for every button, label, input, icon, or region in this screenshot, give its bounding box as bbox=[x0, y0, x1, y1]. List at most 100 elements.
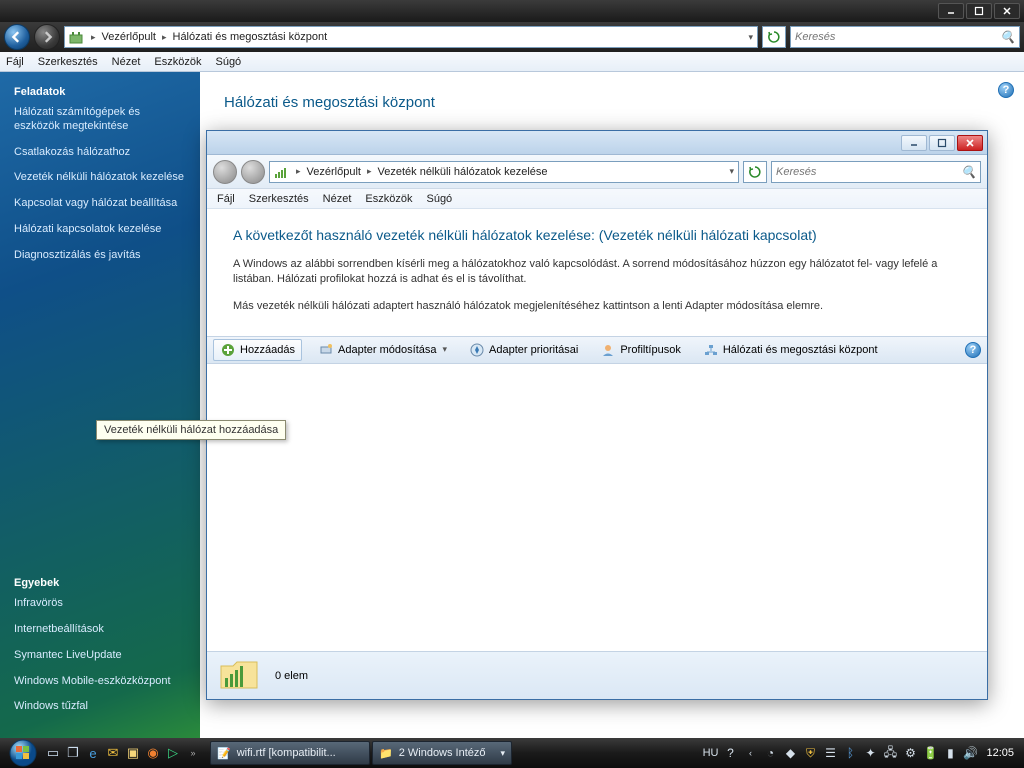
dialog-menu-bar: Fájl Szerkesztés Nézet Eszközök Súgó bbox=[207, 189, 987, 209]
ql-media-icon[interactable]: ◉ bbox=[144, 742, 162, 764]
add-wireless-tooltip: Vezeték nélküli hálózat hozzáadása bbox=[96, 420, 286, 440]
toolbar-center-label: Hálózati és megosztási központ bbox=[723, 344, 878, 356]
explorer-nav-bar: ▸ Vezérlőpult ▸ Hálózati és megosztási k… bbox=[0, 22, 1024, 52]
dialog-toolbar: Hozzáadás Adapter módosítása ▾ Adapter p… bbox=[207, 336, 987, 364]
tray-app-icon[interactable]: ✦ bbox=[862, 745, 878, 761]
breadcrumb-root[interactable]: Vezérlőpult bbox=[100, 31, 158, 43]
search-icon: 🔍 bbox=[1000, 30, 1015, 44]
minimize-button[interactable] bbox=[938, 3, 964, 19]
dialog-refresh-button[interactable] bbox=[743, 161, 767, 183]
ql-overflow-icon[interactable]: » bbox=[184, 742, 202, 764]
taskbar-tasks: 📝 wifi.rtf [kompatibilit... 📁 2 Windows … bbox=[210, 741, 512, 765]
sidebar-other-infrared[interactable]: Infravörös bbox=[14, 597, 188, 611]
tray-app-icon[interactable]: ⚙ bbox=[902, 745, 918, 761]
sidebar-task-diagnose[interactable]: Diagnosztizálás és javítás bbox=[14, 249, 188, 263]
menu-file[interactable]: Fájl bbox=[6, 56, 24, 68]
tray-wifi-icon[interactable]: ▮ bbox=[942, 745, 958, 761]
address-breadcrumb[interactable]: ▸ Vezérlőpult ▸ Hálózati és megosztási k… bbox=[64, 26, 758, 48]
toolbar-add-label: Hozzáadás bbox=[240, 344, 295, 356]
tray-overflow-icon[interactable]: ‹ bbox=[742, 745, 758, 761]
breadcrumb-dropdown-icon[interactable]: ▾ bbox=[725, 166, 738, 177]
toolbar-priority-label: Adapter prioritásai bbox=[489, 344, 578, 356]
sidebar-task-manage-connections[interactable]: Hálózati kapcsolatok kezelése bbox=[14, 223, 188, 237]
sidebar-task-manage-wireless[interactable]: Vezeték nélküli hálózatok kezelése bbox=[14, 171, 188, 185]
tray-app-icon[interactable]: ◔ bbox=[762, 745, 778, 761]
tray-battery-icon[interactable]: 🔋 bbox=[922, 745, 938, 761]
chevron-down-icon: ▾ bbox=[443, 344, 448, 355]
dialog-body: A következőt használó vezeték nélküli há… bbox=[207, 209, 987, 336]
maximize-button[interactable] bbox=[966, 3, 992, 19]
menu-bar: Fájl Szerkesztés Nézet Eszközök Súgó bbox=[0, 52, 1024, 72]
explorer-icon: 📁 bbox=[379, 747, 393, 760]
toolbar-network-center-button[interactable]: Hálózati és megosztási központ bbox=[697, 340, 884, 360]
dialog-minimize-button[interactable] bbox=[901, 135, 927, 151]
menu-tools[interactable]: Eszközök bbox=[154, 56, 201, 68]
dialog-menu-tools[interactable]: Eszközök bbox=[365, 193, 412, 205]
dialog-search-input[interactable] bbox=[776, 166, 976, 178]
ql-show-desktop-icon[interactable]: ▭ bbox=[44, 742, 62, 764]
quick-launch: ▭ ❐ e ✉ ▣ ◉ ▷ » bbox=[44, 742, 202, 764]
search-input[interactable] bbox=[795, 31, 1015, 43]
dialog-breadcrumb[interactable]: ▸ Vezérlőpult ▸ Vezeték nélküli hálózato… bbox=[269, 161, 739, 183]
dialog-menu-edit[interactable]: Szerkesztés bbox=[249, 193, 309, 205]
menu-view[interactable]: Nézet bbox=[112, 56, 141, 68]
sidebar-other-firewall[interactable]: Windows tűzfal bbox=[14, 700, 188, 714]
refresh-button[interactable] bbox=[762, 26, 786, 48]
dialog-bc-root[interactable]: Vezérlőpult bbox=[305, 166, 363, 178]
tray-bluetooth-icon[interactable]: ᛒ bbox=[842, 745, 858, 761]
menu-help[interactable]: Súgó bbox=[215, 56, 241, 68]
close-button[interactable] bbox=[994, 3, 1020, 19]
breadcrumb-dropdown-icon[interactable]: ▾ bbox=[744, 32, 757, 43]
task-wordpad[interactable]: 📝 wifi.rtf [kompatibilit... bbox=[210, 741, 370, 765]
dialog-search-box[interactable]: 🔍 bbox=[771, 161, 981, 183]
dialog-status-bar: 0 elem bbox=[207, 651, 987, 699]
toolbar-profile-types-button[interactable]: Profiltípusok bbox=[594, 340, 687, 360]
tray-help-icon[interactable]: ? bbox=[722, 745, 738, 761]
toolbar-change-adapter-button[interactable]: Adapter módosítása ▾ bbox=[312, 340, 453, 360]
dialog-menu-file[interactable]: Fájl bbox=[217, 193, 235, 205]
add-icon bbox=[220, 342, 236, 358]
sidebar-other-internet[interactable]: Internetbeállítások bbox=[14, 623, 188, 637]
ql-wmp-icon[interactable]: ▷ bbox=[164, 742, 182, 764]
dialog-forward-button[interactable] bbox=[241, 160, 265, 184]
dialog-menu-help[interactable]: Súgó bbox=[426, 193, 452, 205]
lang-indicator[interactable]: HU bbox=[703, 747, 719, 759]
ql-explorer-icon[interactable]: ▣ bbox=[124, 742, 142, 764]
breadcrumb-current[interactable]: Hálózati és megosztási központ bbox=[171, 31, 330, 43]
sidebar-task-connect[interactable]: Csatlakozás hálózathoz bbox=[14, 146, 188, 160]
dialog-close-button[interactable] bbox=[957, 135, 983, 151]
menu-edit[interactable]: Szerkesztés bbox=[38, 56, 98, 68]
task-explorer-group[interactable]: 📁 2 Windows Intéző ▾ bbox=[372, 741, 512, 765]
ql-ie-icon[interactable]: e bbox=[84, 742, 102, 764]
toolbar-adapter-label: Adapter módosítása bbox=[338, 344, 436, 356]
tray-network-icon[interactable]: 🖧 bbox=[882, 745, 898, 761]
tray-shield-icon[interactable]: ⛨ bbox=[802, 745, 818, 761]
dialog-menu-view[interactable]: Nézet bbox=[323, 193, 352, 205]
search-box[interactable]: 🔍 bbox=[790, 26, 1020, 48]
dialog-bc-current[interactable]: Vezeték nélküli hálózatok kezelése bbox=[376, 166, 550, 178]
toolbar-add-button[interactable]: Hozzáadás bbox=[213, 339, 302, 361]
dialog-maximize-button[interactable] bbox=[929, 135, 955, 151]
ql-switch-windows-icon[interactable]: ❐ bbox=[64, 742, 82, 764]
wireless-network-list[interactable] bbox=[207, 364, 987, 651]
back-button[interactable] bbox=[4, 24, 30, 50]
tray-app-icon[interactable]: ☰ bbox=[822, 745, 838, 761]
dialog-help-icon[interactable]: ? bbox=[965, 342, 981, 358]
sidebar-task-setup-connection[interactable]: Kapcsolat vagy hálózat beállítása bbox=[14, 197, 188, 211]
system-tray: HU ? ‹ ◔ ◆ ⛨ ☰ ᛒ ✦ 🖧 ⚙ 🔋 ▮ 🔊 12:05 bbox=[703, 745, 1020, 761]
start-button[interactable] bbox=[4, 738, 42, 768]
tray-app-icon[interactable]: ◆ bbox=[782, 745, 798, 761]
profile-icon bbox=[600, 342, 616, 358]
task-wordpad-label: wifi.rtf [kompatibilit... bbox=[237, 747, 336, 759]
help-icon[interactable]: ? bbox=[998, 82, 1014, 98]
forward-button[interactable] bbox=[34, 24, 60, 50]
tray-clock[interactable]: 12:05 bbox=[986, 747, 1014, 759]
sidebar-other-symantec[interactable]: Symantec LiveUpdate bbox=[14, 649, 188, 663]
dialog-heading: A következőt használó vezeték nélküli há… bbox=[233, 227, 961, 243]
sidebar-task-view-computers[interactable]: Hálózati számítógépek és eszközök megtek… bbox=[14, 106, 188, 134]
tray-volume-icon[interactable]: 🔊 bbox=[962, 745, 978, 761]
ql-mail-icon[interactable]: ✉ bbox=[104, 742, 122, 764]
toolbar-adapter-priorities-button[interactable]: Adapter prioritásai bbox=[463, 340, 584, 360]
sidebar-other-mobile[interactable]: Windows Mobile-eszközközpont bbox=[14, 675, 188, 689]
dialog-back-button[interactable] bbox=[213, 160, 237, 184]
